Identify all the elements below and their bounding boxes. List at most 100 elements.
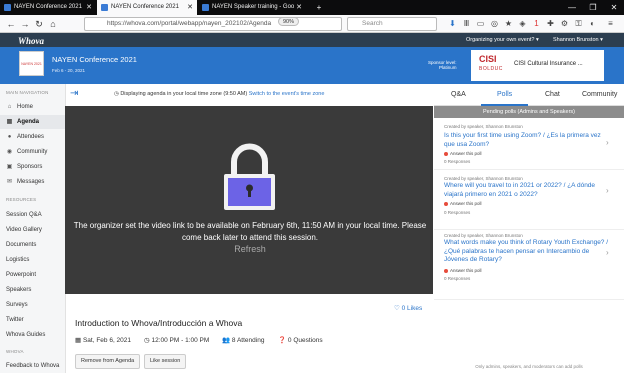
sidebar-item-community[interactable]: ◉ Community — [0, 145, 65, 159]
browser-tab-active[interactable]: NAYEN Conference 2021 ✕ — [97, 0, 197, 15]
browser-tab[interactable]: NAYEN Speaker training - Goo ✕ — [198, 0, 306, 15]
tab-chat[interactable]: Chat — [545, 91, 560, 98]
sidebar-item-sponsors[interactable]: ▣ Sponsors — [0, 160, 65, 174]
forward-icon[interactable]: → — [18, 17, 32, 31]
menu-icon[interactable]: ≡ — [605, 18, 616, 29]
tab-community[interactable]: Community — [582, 91, 617, 98]
poll-creator: Created by speaker, Shannon Brunston — [444, 233, 523, 238]
messages-icon: ✉ — [6, 179, 13, 185]
whova-favicon-icon — [4, 4, 11, 11]
sidebar-item-surveys[interactable]: Surveys — [0, 298, 65, 312]
status-dot-icon — [444, 268, 448, 273]
event-logo: NAYEN 2021 — [19, 51, 44, 76]
session-questions[interactable]: ❓ 0 Questions — [278, 336, 323, 344]
sidebar-item-messages[interactable]: ✉ Messages — [0, 175, 65, 189]
minimize-icon[interactable]: — — [562, 0, 582, 15]
poll-question[interactable]: Is this your first time using Zoom? / ¿E… — [444, 132, 609, 149]
addon-icon[interactable]: ✚ — [545, 18, 556, 29]
poll-question[interactable]: Where will you travel to in 2021 or 2022… — [444, 182, 609, 199]
whova-logo[interactable]: Whova — [18, 36, 44, 46]
screenshot-icon[interactable]: ◎ — [489, 18, 500, 29]
tab-label: NAYEN Speaker training - Goo — [212, 4, 295, 10]
tab-label: NAYEN Conference 2021 — [111, 4, 179, 10]
poll-question[interactable]: What words make you think of Rotary Yout… — [444, 239, 609, 265]
extension-icon[interactable]: ★ — [503, 18, 514, 29]
like-session-button[interactable]: Like session — [144, 354, 187, 369]
zoom-level[interactable]: 90% — [278, 17, 300, 26]
sidebar-item-attendees[interactable]: ● Attendees — [0, 130, 65, 144]
shield-icon[interactable]: ◐ — [587, 18, 598, 29]
chevron-right-icon[interactable]: › — [606, 248, 609, 257]
chevron-right-icon[interactable]: › — [606, 138, 609, 147]
refresh-button[interactable]: Refresh — [65, 244, 435, 254]
sidebar-item-documents[interactable]: Documents — [0, 238, 65, 252]
organize-event-menu[interactable]: Organizing your own event? ▾ — [466, 37, 539, 43]
sidebar-item-whova-guides[interactable]: Whova Guides — [0, 328, 65, 342]
people-icon: ● — [7, 134, 12, 140]
sidebar-item-video-gallery[interactable]: Video Gallery — [0, 223, 65, 237]
poll-creator: Created by speaker, Shannon Brunston — [444, 176, 523, 181]
session-attending[interactable]: 👥 8 Attending — [222, 336, 264, 344]
slides-favicon-icon — [202, 4, 209, 11]
close-tab-icon[interactable]: ✕ — [187, 0, 193, 15]
close-tab-icon[interactable]: ✕ — [296, 0, 302, 15]
sidebar-item-session-qa[interactable]: Session Q&A — [0, 208, 65, 222]
likes-counter[interactable]: ♡ 0 Likes — [394, 304, 422, 312]
chevron-right-icon[interactable]: › — [606, 186, 609, 195]
collapse-sidebar-icon[interactable]: ⇥ — [70, 88, 78, 99]
polls-footnote: Only admins, speakers, and moderators ca… — [475, 364, 583, 369]
heart-icon: ♡ — [394, 305, 402, 312]
library-icon[interactable]: Ⅲ — [461, 18, 472, 29]
maximize-icon[interactable]: ❐ — [583, 0, 603, 15]
timezone-text: Displaying agenda in your local time zon… — [120, 91, 248, 97]
home-icon: ⌂ — [7, 104, 12, 110]
calendar-icon: ▦ — [75, 337, 83, 344]
tab-polls[interactable]: Polls — [497, 91, 512, 98]
browser-tab-strip: NAYEN Conference 2021 ✕ NAYEN Conference… — [0, 0, 624, 15]
switch-timezone-link[interactable]: Switch to the event's time zone — [249, 91, 325, 97]
sidebar-icon[interactable]: ▭ — [475, 18, 486, 29]
tab-label: NAYEN Conference 2021 — [14, 4, 82, 10]
settings-icon[interactable]: ⚙ — [559, 18, 570, 29]
question-icon: ❓ — [278, 337, 288, 344]
notification-badge[interactable]: 1 — [531, 18, 542, 29]
answer-poll-link[interactable]: Answer this poll — [444, 268, 482, 273]
session-title: Introduction to Whova/Introducción a Who… — [75, 318, 243, 328]
poll-creator: Created by speaker, Shannon Brunston — [444, 124, 523, 129]
sponsor-name[interactable]: CISI Cultural Insurance ... — [514, 61, 583, 67]
lock-icon[interactable]: ⚿ — [573, 18, 584, 29]
video-unavailable-message: The organizer set the video link to be a… — [73, 221, 427, 242]
community-icon: ◉ — [6, 149, 13, 155]
sidebar-item-agenda[interactable]: ▦ Agenda — [0, 115, 65, 129]
event-dates: Feb 6 - 20, 2021 — [52, 68, 86, 73]
close-tab-icon[interactable]: ✕ — [86, 0, 92, 15]
poll-item[interactable]: Created by speaker, Shannon Brunston Is … — [434, 118, 624, 170]
search-input[interactable]: Search — [347, 17, 437, 31]
sidebar-item-feedback[interactable]: Feedback to Whova — [0, 359, 65, 373]
browser-tab[interactable]: NAYEN Conference 2021 ✕ — [0, 0, 96, 15]
reload-icon[interactable]: ↻ — [32, 17, 46, 31]
user-menu[interactable]: Shannon Brunston ▾ — [553, 37, 603, 43]
new-tab-button[interactable]: + — [309, 0, 329, 15]
browser-nav-bar: ← → ↻ ⌂ https://whova.com/portal/webapp/… — [0, 15, 624, 33]
poll-item[interactable]: Created by speaker, Shannon Brunston Whe… — [434, 170, 624, 230]
sidebar-item-twitter[interactable]: Twitter — [0, 313, 65, 327]
answer-poll-link[interactable]: Answer this poll — [444, 201, 482, 206]
status-dot-icon — [444, 151, 448, 156]
tab-qa[interactable]: Q&A — [451, 91, 466, 98]
home-icon[interactable]: ⌂ — [46, 17, 60, 31]
sidebar-item-logistics[interactable]: Logistics — [0, 253, 65, 267]
download-icon[interactable]: ⬇ — [447, 18, 458, 29]
sidebar-item-home[interactable]: ⌂ Home — [0, 100, 65, 114]
url-bar[interactable]: https://whova.com/portal/webapp/nayen_20… — [84, 17, 342, 31]
poll-item[interactable]: Created by speaker, Shannon Brunston Wha… — [434, 230, 624, 300]
answer-poll-link[interactable]: Answer this poll — [444, 151, 482, 156]
pocket-icon[interactable]: ◈ — [517, 18, 528, 29]
window-close-icon[interactable]: ✕ — [604, 0, 624, 15]
back-icon[interactable]: ← — [4, 17, 18, 31]
pending-polls-header: Pending polls (Admins and Speakers) — [434, 106, 624, 118]
sidebar-item-speakers[interactable]: Speakers — [0, 283, 65, 297]
sidebar-item-powerpoint[interactable]: Powerpoint — [0, 268, 65, 282]
remove-from-agenda-button[interactable]: Remove from Agenda — [75, 354, 141, 369]
session-time: ◷ 12:00 PM - 1:00 PM — [144, 337, 210, 344]
